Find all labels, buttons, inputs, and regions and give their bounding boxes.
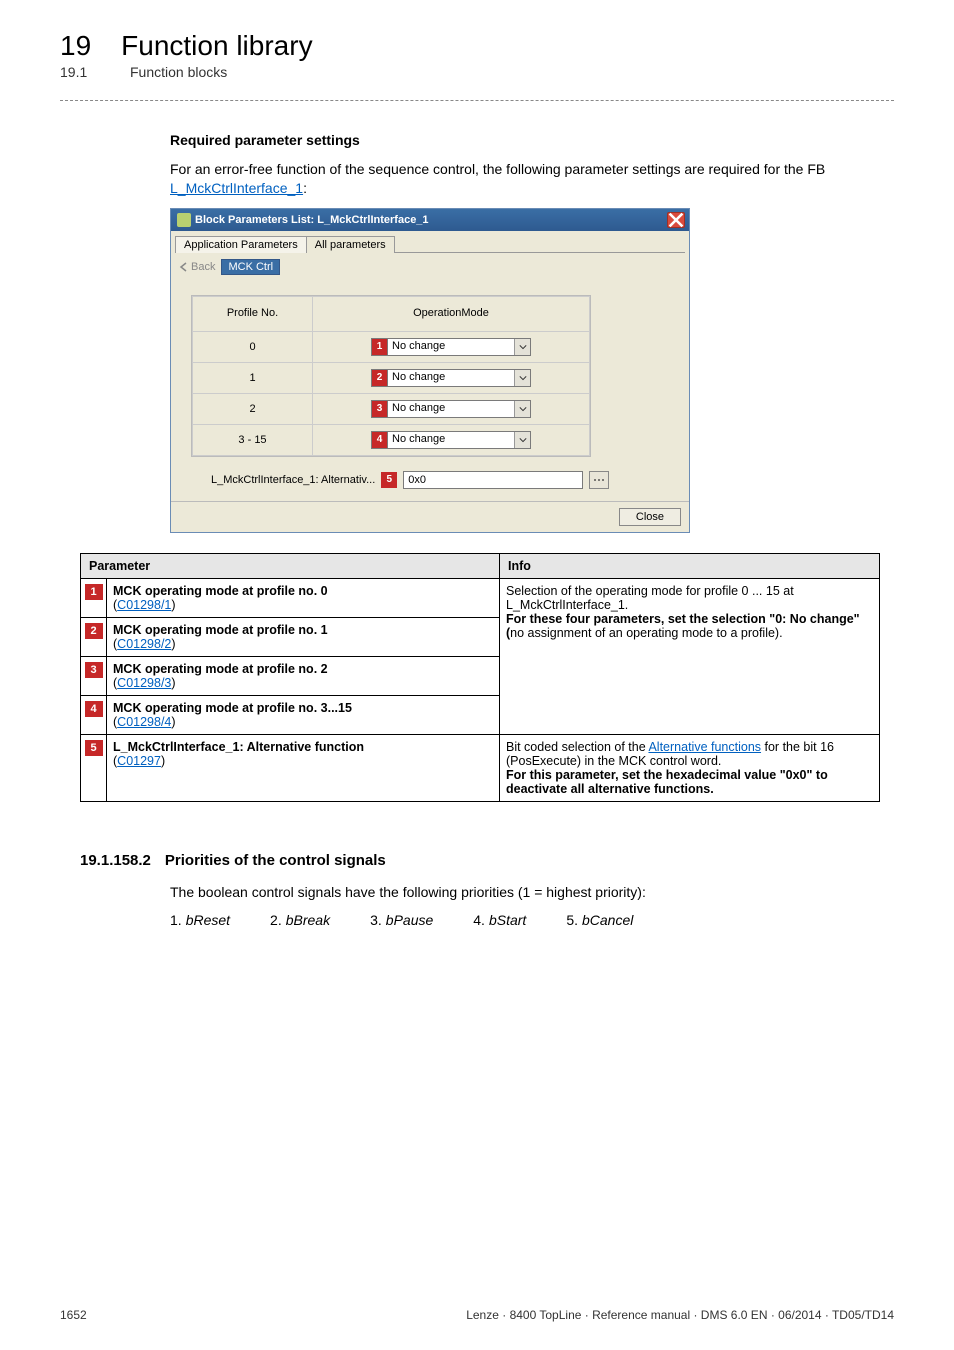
section-title: Function blocks (130, 64, 227, 80)
priorities-paragraph: The boolean control signals have the fol… (170, 883, 894, 902)
close-button[interactable]: Close (619, 508, 681, 526)
block-parameters-dialog: Block Parameters List: L_MckCtrlInterfac… (170, 208, 690, 533)
prio-num-4: 4. (473, 912, 485, 928)
chevron-down-icon (514, 370, 530, 386)
bits-editor-button[interactable] (589, 471, 609, 489)
section-number: 19.1 (60, 64, 100, 80)
row-badge-2: 2 (85, 623, 103, 639)
required-settings-heading: Required parameter settings (170, 131, 894, 150)
param-title-2: MCK operating mode at profile no. 1 (113, 623, 328, 637)
alternative-functions-link[interactable]: Alternative functions (648, 740, 761, 754)
profile-no-cell: 0 (193, 331, 313, 362)
dialog-close-x[interactable] (667, 212, 685, 228)
prio-val-5: bCancel (582, 912, 633, 928)
breadcrumb-current[interactable]: MCK Ctrl (221, 259, 280, 275)
row-badge-4: 4 (85, 701, 103, 717)
col-operation-mode: OperationMode (313, 296, 590, 331)
page-footer: 1652 Lenze · 8400 TopLine · Reference ma… (60, 1308, 894, 1322)
row-badge-3: 3 (85, 662, 103, 678)
prio-val-3: bPause (386, 912, 433, 928)
operation-mode-select-0[interactable]: 1 No change (371, 338, 531, 356)
info5-line1a: Bit coded selection of the (506, 740, 648, 754)
info-group1-line1: Selection of the operating mode for prof… (506, 584, 794, 612)
footer-text: Lenze · 8400 TopLine · Reference manual … (466, 1308, 894, 1322)
param-code-link-1[interactable]: C01298/1 (117, 598, 171, 612)
param-header-parameter: Parameter (81, 553, 500, 578)
operation-mode-select-1[interactable]: 2 No change (371, 369, 531, 387)
info5-line2: For this parameter, set the hexadecimal … (506, 768, 828, 796)
arrow-left-icon (179, 262, 189, 272)
param-code-link-4[interactable]: C01298/4 (117, 715, 171, 729)
operation-mode-value-2: No change (388, 401, 514, 417)
param-code-link-3[interactable]: C01298/3 (117, 676, 171, 690)
subsection-title: Priorities of the control signals (165, 852, 386, 869)
ellipsis-icon (593, 475, 605, 485)
prio-num-5: 5. (566, 912, 578, 928)
row-badge-1: 1 (85, 584, 103, 600)
prio-num-1: 1. (170, 912, 182, 928)
param-title-1: MCK operating mode at profile no. 0 (113, 584, 328, 598)
alt-function-label: L_MckCtrlInterface_1: Alternativ... (211, 474, 375, 486)
info-group1-line2b: no assignment of an operating mode to a … (510, 626, 782, 640)
dialog-title: Block Parameters List: L_MckCtrlInterfac… (195, 214, 429, 226)
subsection-number: 19.1.158.2 (80, 852, 151, 869)
prio-val-2: bBreak (286, 912, 330, 928)
parameter-table: Parameter Info 1 MCK operating mode at p… (80, 553, 880, 802)
prio-val-1: bReset (186, 912, 230, 928)
operation-mode-value-3-15: No change (388, 432, 514, 448)
param-code-link-5[interactable]: C01297 (117, 754, 161, 768)
badge-4: 4 (372, 432, 388, 448)
param-title-5: L_MckCtrlInterface_1: Alternative functi… (113, 740, 364, 754)
prio-val-4: bStart (489, 912, 526, 928)
operation-mode-select-2[interactable]: 3 No change (371, 400, 531, 418)
operation-mode-value-0: No change (388, 339, 514, 355)
prio-num-2: 2. (270, 912, 282, 928)
back-label: Back (191, 261, 215, 273)
row-badge-5: 5 (85, 740, 103, 756)
param-title-4: MCK operating mode at profile no. 3...15 (113, 701, 352, 715)
param-title-3: MCK operating mode at profile no. 2 (113, 662, 328, 676)
operation-mode-select-3-15[interactable]: 4 No change (371, 431, 531, 449)
back-button[interactable]: Back (179, 261, 215, 273)
priorities-list: 1. bReset 2. bBreak 3. bPause 4. bStart … (170, 912, 894, 928)
dialog-app-icon (177, 213, 191, 227)
operation-mode-value-1: No change (388, 370, 514, 386)
chevron-down-icon (514, 339, 530, 355)
chapter-number: 19 (60, 30, 91, 62)
badge-1: 1 (372, 339, 388, 355)
intro-paragraph: For an error-free function of the sequen… (170, 160, 894, 198)
profile-grid: Profile No. OperationMode 0 1 No change (191, 295, 591, 457)
intro-text-post: : (303, 180, 307, 196)
badge-2: 2 (372, 370, 388, 386)
param-header-info: Info (500, 553, 880, 578)
page-number: 1652 (60, 1308, 87, 1322)
tab-all-parameters[interactable]: All parameters (306, 236, 395, 253)
col-profile-no: Profile No. (193, 296, 313, 331)
close-icon (668, 212, 684, 228)
chapter-title: Function library (121, 30, 312, 62)
divider (60, 100, 894, 101)
alt-function-field[interactable]: 0x0 (403, 471, 583, 489)
param-code-link-2[interactable]: C01298/2 (117, 637, 171, 651)
prio-num-3: 3. (370, 912, 382, 928)
dialog-titlebar: Block Parameters List: L_MckCtrlInterfac… (171, 209, 689, 231)
chevron-down-icon (514, 432, 530, 448)
chevron-down-icon (514, 401, 530, 417)
profile-no-cell: 3 - 15 (193, 424, 313, 455)
profile-no-cell: 2 (193, 393, 313, 424)
fb-link[interactable]: L_MckCtrlInterface_1 (170, 180, 303, 196)
badge-3: 3 (372, 401, 388, 417)
tab-application-parameters[interactable]: Application Parameters (175, 236, 307, 253)
intro-text-pre: For an error-free function of the sequen… (170, 161, 825, 177)
badge-5: 5 (381, 472, 397, 488)
profile-no-cell: 1 (193, 362, 313, 393)
